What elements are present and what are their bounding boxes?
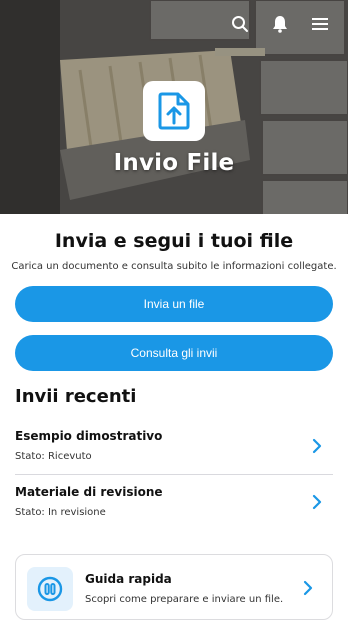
headline: Invia e segui i tuoi file xyxy=(54,230,294,252)
list-item[interactable]: Materiale di revisione Stato: In revisio… xyxy=(15,481,333,531)
chevron-right-icon xyxy=(312,494,322,510)
card-title: Guida rapida xyxy=(85,572,172,586)
subheading: Carica un documento e consulta subito le… xyxy=(11,261,337,272)
bell-icon[interactable] xyxy=(270,14,290,34)
quick-guide-card[interactable]: Guida rapida Scopri come preparare e inv… xyxy=(15,554,333,620)
chevron-right-icon xyxy=(303,580,313,596)
list-item-title: Materiale di revisione xyxy=(15,485,163,499)
list-item-title: Esempio dimostrativo xyxy=(15,429,163,443)
send-file-button[interactable]: Invia un file xyxy=(15,286,333,322)
guide-icon xyxy=(27,567,73,611)
file-upload-icon xyxy=(143,81,205,141)
top-bar xyxy=(230,14,330,34)
chevron-right-icon xyxy=(312,438,322,454)
search-icon[interactable] xyxy=(230,14,250,34)
list-item-status: Stato: Ricevuto xyxy=(15,451,92,462)
view-submissions-button[interactable]: Consulta gli invii xyxy=(15,335,333,371)
list-item[interactable]: Esempio dimostrativo Stato: Ricevuto xyxy=(15,425,333,475)
card-description: Scopri come preparare e inviare un file. xyxy=(85,594,284,605)
hero-banner: Invio File xyxy=(0,0,348,214)
list-item-status: Stato: In revisione xyxy=(15,507,106,518)
recent-section-title: Invii recenti xyxy=(15,386,137,407)
hamburger-menu-icon[interactable] xyxy=(310,14,330,34)
page-title: Invio File xyxy=(113,150,235,176)
